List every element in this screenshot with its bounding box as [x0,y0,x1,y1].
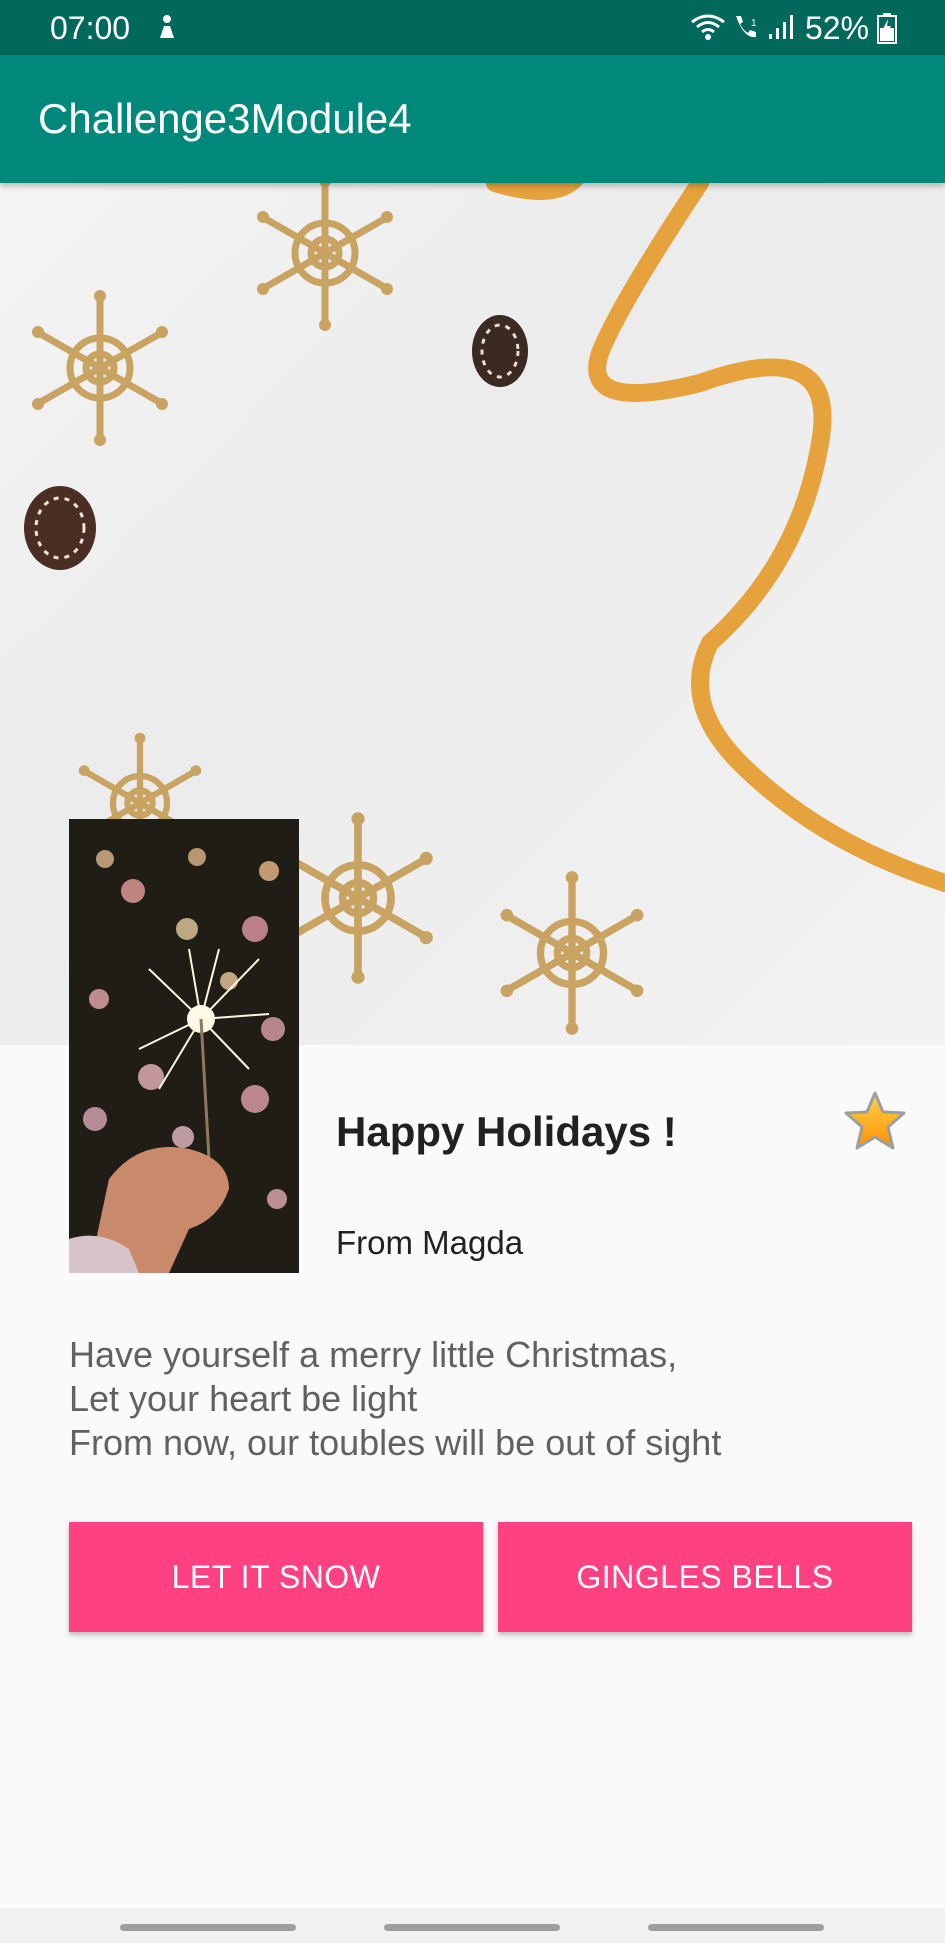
app-bar: Challenge3Module4 [0,55,945,183]
app-title: Challenge3Module4 [38,95,412,142]
home-button[interactable] [384,1924,560,1931]
navigation-bar [0,1908,945,1943]
signal-icon [769,15,793,39]
back-button[interactable] [648,1924,824,1931]
status-bar: 07:00 1 52% [0,0,945,55]
wifi-icon [691,14,725,40]
battery-percent: 52% [805,10,870,46]
card-title: Happy Holidays ! [336,1108,677,1155]
sparkler-photo [69,819,299,1273]
poem-line: Let your heart be light [69,1378,418,1419]
star-icon[interactable] [843,1090,907,1152]
poem-text: Have yourself a merry little Christmas, … [69,1333,721,1465]
poem-line: Have yourself a merry little Christmas, [69,1334,678,1375]
recent-apps-button[interactable] [120,1924,296,1931]
card-from: From Magda [336,1224,524,1261]
call-icon: 1 [736,16,757,38]
status-time: 07:00 [50,10,131,46]
let-it-snow-button[interactable]: LET IT SNOW [69,1522,483,1632]
svg-text:1: 1 [751,18,757,29]
poem-line: From now, our toubles will be out of sig… [69,1422,722,1463]
gingles-bells-button[interactable]: GINGLES BELLS [498,1522,912,1632]
battery-icon [877,13,897,44]
screen: 07:00 1 52% Challenge3Module4 Happy Holi… [0,0,945,1943]
person-icon [160,15,174,38]
